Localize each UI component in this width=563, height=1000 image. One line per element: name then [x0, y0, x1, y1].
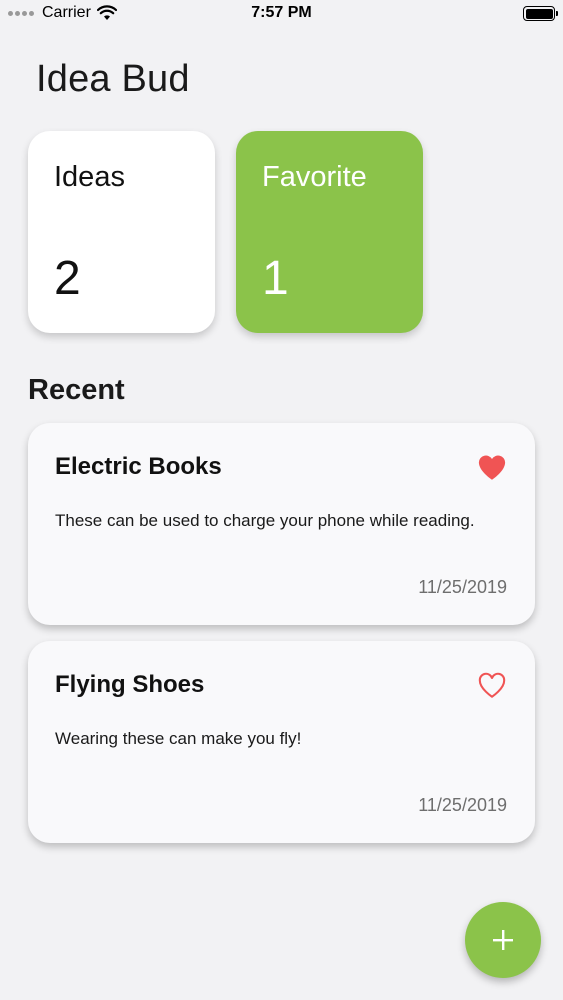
app-title: Idea Bud [36, 58, 190, 100]
idea-description: Wearing these can make you fly! [55, 729, 302, 748]
ideas-label: Ideas [54, 161, 125, 193]
idea-date: 11/25/2019 [418, 795, 507, 815]
idea-card[interactable]: Flying Shoes Wearing these can make you … [28, 641, 535, 843]
favorite-label: Favorite [262, 161, 367, 193]
battery-icon [523, 6, 558, 21]
favorite-count: 1 [262, 252, 289, 305]
plus-icon [493, 930, 513, 950]
favorite-card[interactable]: Favorite 1 [236, 131, 423, 333]
heart-outline-icon[interactable] [477, 671, 507, 699]
status-bar: Carrier 7:57 PM [0, 0, 563, 28]
ideas-card[interactable]: Ideas 2 [28, 131, 215, 333]
idea-date: 11/25/2019 [418, 577, 507, 597]
ideas-count: 2 [54, 252, 81, 305]
idea-title: Electric Books [55, 453, 222, 480]
idea-card[interactable]: Electric Books These can be used to char… [28, 423, 535, 625]
home-screen: Carrier 7:57 PM Idea Bud Ideas 2 Favorit… [0, 0, 563, 1000]
heart-filled-icon[interactable] [477, 453, 507, 481]
add-idea-button[interactable] [465, 902, 541, 978]
idea-title: Flying Shoes [55, 671, 205, 698]
recent-title: Recent [28, 374, 125, 406]
idea-description: These can be used to charge your phone w… [55, 511, 475, 530]
status-time: 7:57 PM [251, 4, 312, 21]
